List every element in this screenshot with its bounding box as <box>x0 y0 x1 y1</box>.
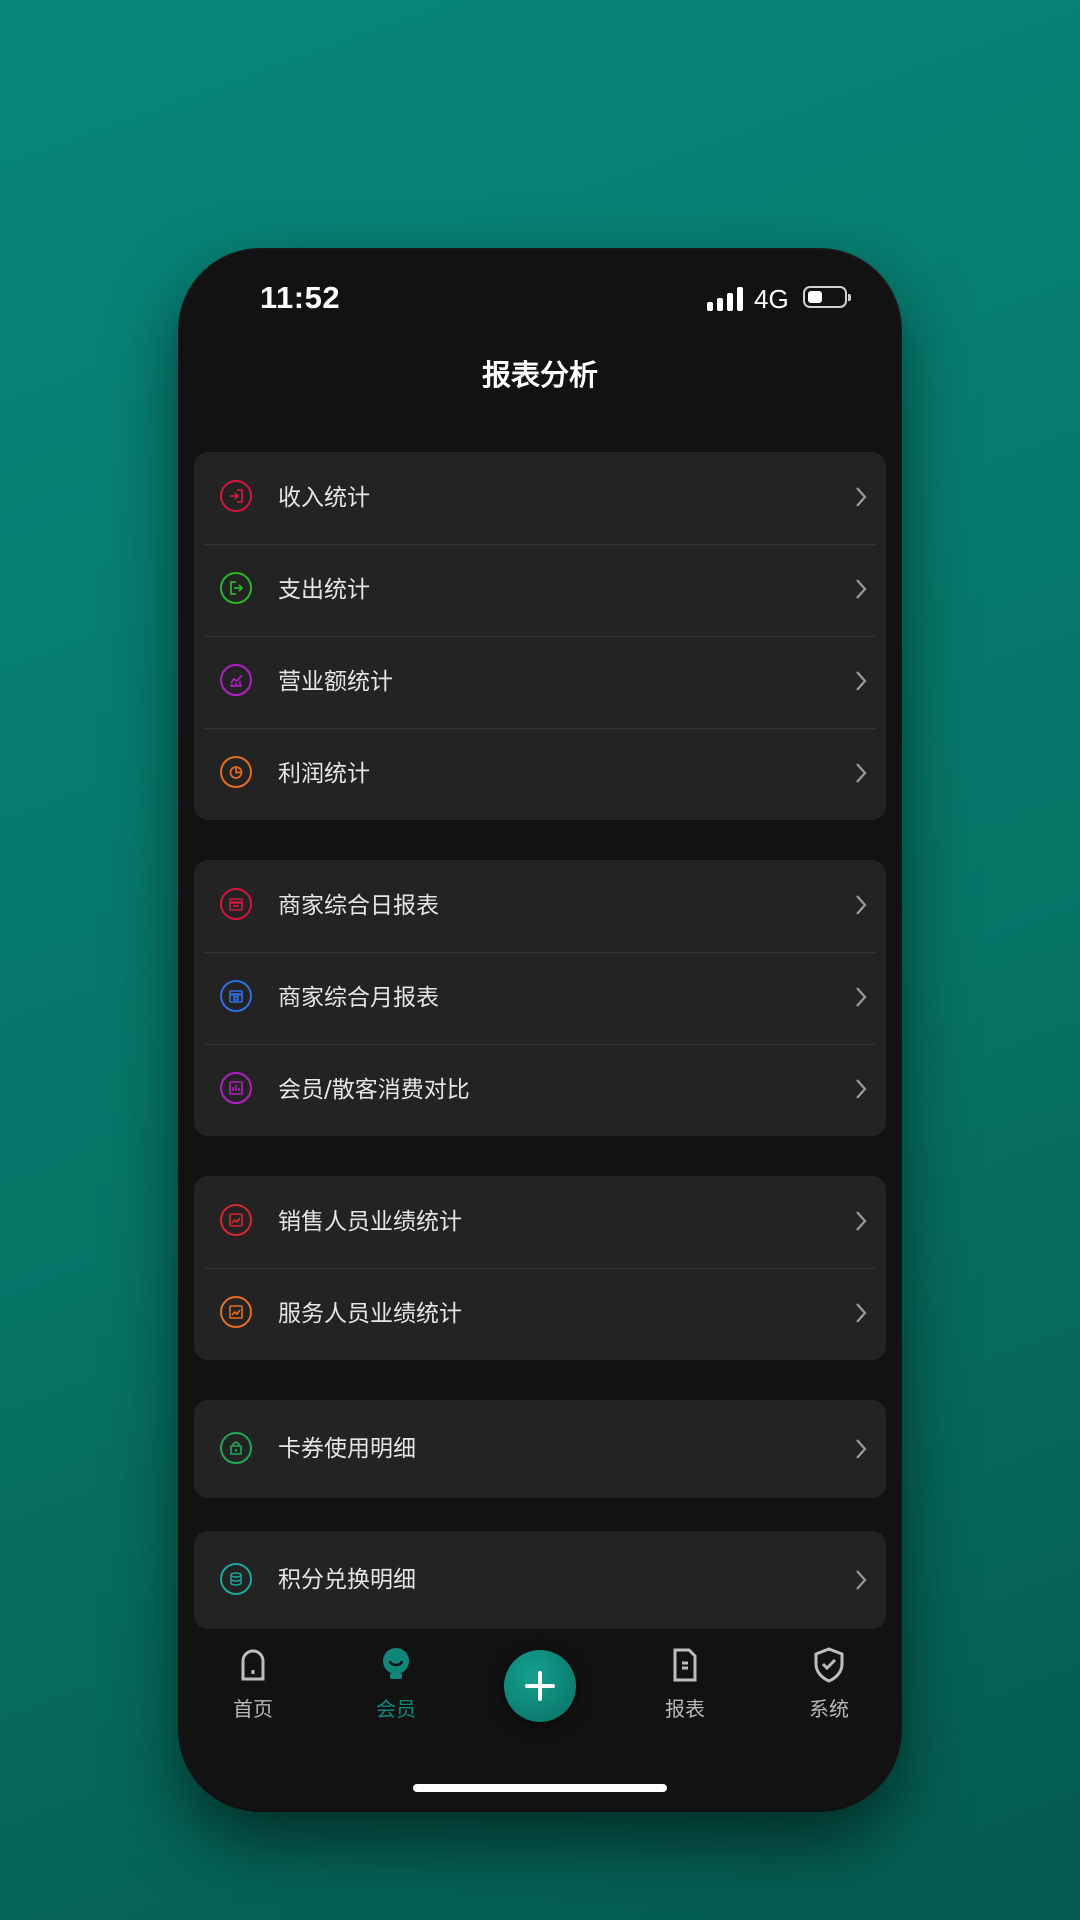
tab-home[interactable]: 首页 <box>198 1645 308 1722</box>
menu-item-income[interactable]: 收入统计 <box>194 452 886 544</box>
chevron-right-icon <box>856 1211 867 1231</box>
signal-icon <box>707 287 745 311</box>
expense-icon <box>220 572 252 604</box>
add-button[interactable] <box>504 1650 576 1722</box>
chevron-right-icon <box>856 895 867 915</box>
menu-item-profit[interactable]: 利润统计 <box>194 728 886 820</box>
system-icon <box>814 1647 844 1683</box>
battery-icon <box>803 286 851 308</box>
sales-performance-icon <box>220 1204 252 1236</box>
turnover-icon <box>220 664 252 696</box>
report-group-points: 积分兑换明细 <box>194 1531 886 1629</box>
plus-icon <box>525 1671 555 1701</box>
chevron-right-icon <box>856 763 867 783</box>
chevron-right-icon <box>856 1079 867 1099</box>
member-icon <box>383 1648 409 1679</box>
service-performance-icon <box>220 1296 252 1328</box>
income-icon <box>220 480 252 512</box>
menu-item-expense[interactable]: 支出统计 <box>194 544 886 636</box>
network-type: 4G <box>754 284 789 314</box>
report-group-staff: 销售人员业绩统计 服务人员业绩统计 <box>194 1176 886 1360</box>
chevron-right-icon <box>856 987 867 1007</box>
report-icon <box>673 1648 697 1682</box>
menu-item-coupon-usage[interactable]: 卡券使用明细 <box>194 1400 886 1498</box>
phone-screen: 11:52 4G 报表分析 收入统计 支出统计 营业额统计 利润统计 商家综合日… <box>180 250 900 1810</box>
menu-item-monthly-report[interactable]: 商家综合月报表 <box>194 952 886 1044</box>
menu-item-turnover[interactable]: 营业额统计 <box>194 636 886 728</box>
tab-label: 首页 <box>233 1697 273 1721</box>
monthly-report-icon <box>220 980 252 1012</box>
tab-label: 系统 <box>809 1697 849 1721</box>
chevron-right-icon <box>856 487 867 507</box>
home-indicator <box>413 1784 667 1792</box>
chevron-right-icon <box>856 1303 867 1323</box>
menu-item-label: 营业额统计 <box>278 669 393 695</box>
menu-item-label: 服务人员业绩统计 <box>278 1301 462 1327</box>
menu-item-daily-report[interactable]: 商家综合日报表 <box>194 860 886 952</box>
menu-item-sales-performance[interactable]: 销售人员业绩统计 <box>194 1176 886 1268</box>
chevron-right-icon <box>856 579 867 599</box>
menu-item-label: 会员/散客消费对比 <box>278 1077 470 1103</box>
menu-item-label: 销售人员业绩统计 <box>278 1209 462 1235</box>
chevron-right-icon <box>856 1570 867 1590</box>
daily-report-icon <box>220 888 252 920</box>
tab-report[interactable]: 报表 <box>630 1645 740 1722</box>
chevron-right-icon <box>856 671 867 691</box>
menu-item-points-exchange[interactable]: 积分兑换明细 <box>194 1531 886 1629</box>
profit-icon <box>220 756 252 788</box>
menu-item-label: 积分兑换明细 <box>278 1567 416 1593</box>
home-icon <box>241 1649 265 1681</box>
chevron-right-icon <box>856 1439 867 1459</box>
tab-label: 会员 <box>376 1697 416 1721</box>
coupon-icon <box>220 1432 252 1464</box>
page-title: 报表分析 <box>481 358 598 392</box>
menu-item-label: 商家综合日报表 <box>278 893 439 919</box>
report-group-merchant: 商家综合日报表 商家综合月报表 会员/散客消费对比 <box>194 860 886 1136</box>
tab-system[interactable]: 系统 <box>774 1645 884 1722</box>
menu-item-label: 商家综合月报表 <box>278 985 439 1011</box>
menu-item-label: 支出统计 <box>278 577 370 603</box>
menu-item-service-performance[interactable]: 服务人员业绩统计 <box>194 1268 886 1360</box>
points-icon <box>220 1563 252 1595</box>
status-time: 11:52 <box>260 280 341 315</box>
report-group-revenue: 收入统计 支出统计 营业额统计 利润统计 <box>194 452 886 820</box>
report-group-coupon: 卡券使用明细 <box>194 1400 886 1498</box>
tab-member[interactable]: 会员 <box>341 1645 451 1722</box>
comparison-icon <box>220 1072 252 1104</box>
status-bar: 11:52 4G <box>180 250 900 350</box>
tab-label: 报表 <box>665 1697 705 1721</box>
menu-item-consumption-comparison[interactable]: 会员/散客消费对比 <box>194 1044 886 1136</box>
menu-item-label: 收入统计 <box>278 485 370 511</box>
menu-item-label: 利润统计 <box>278 761 370 787</box>
menu-item-label: 卡券使用明细 <box>278 1436 416 1462</box>
